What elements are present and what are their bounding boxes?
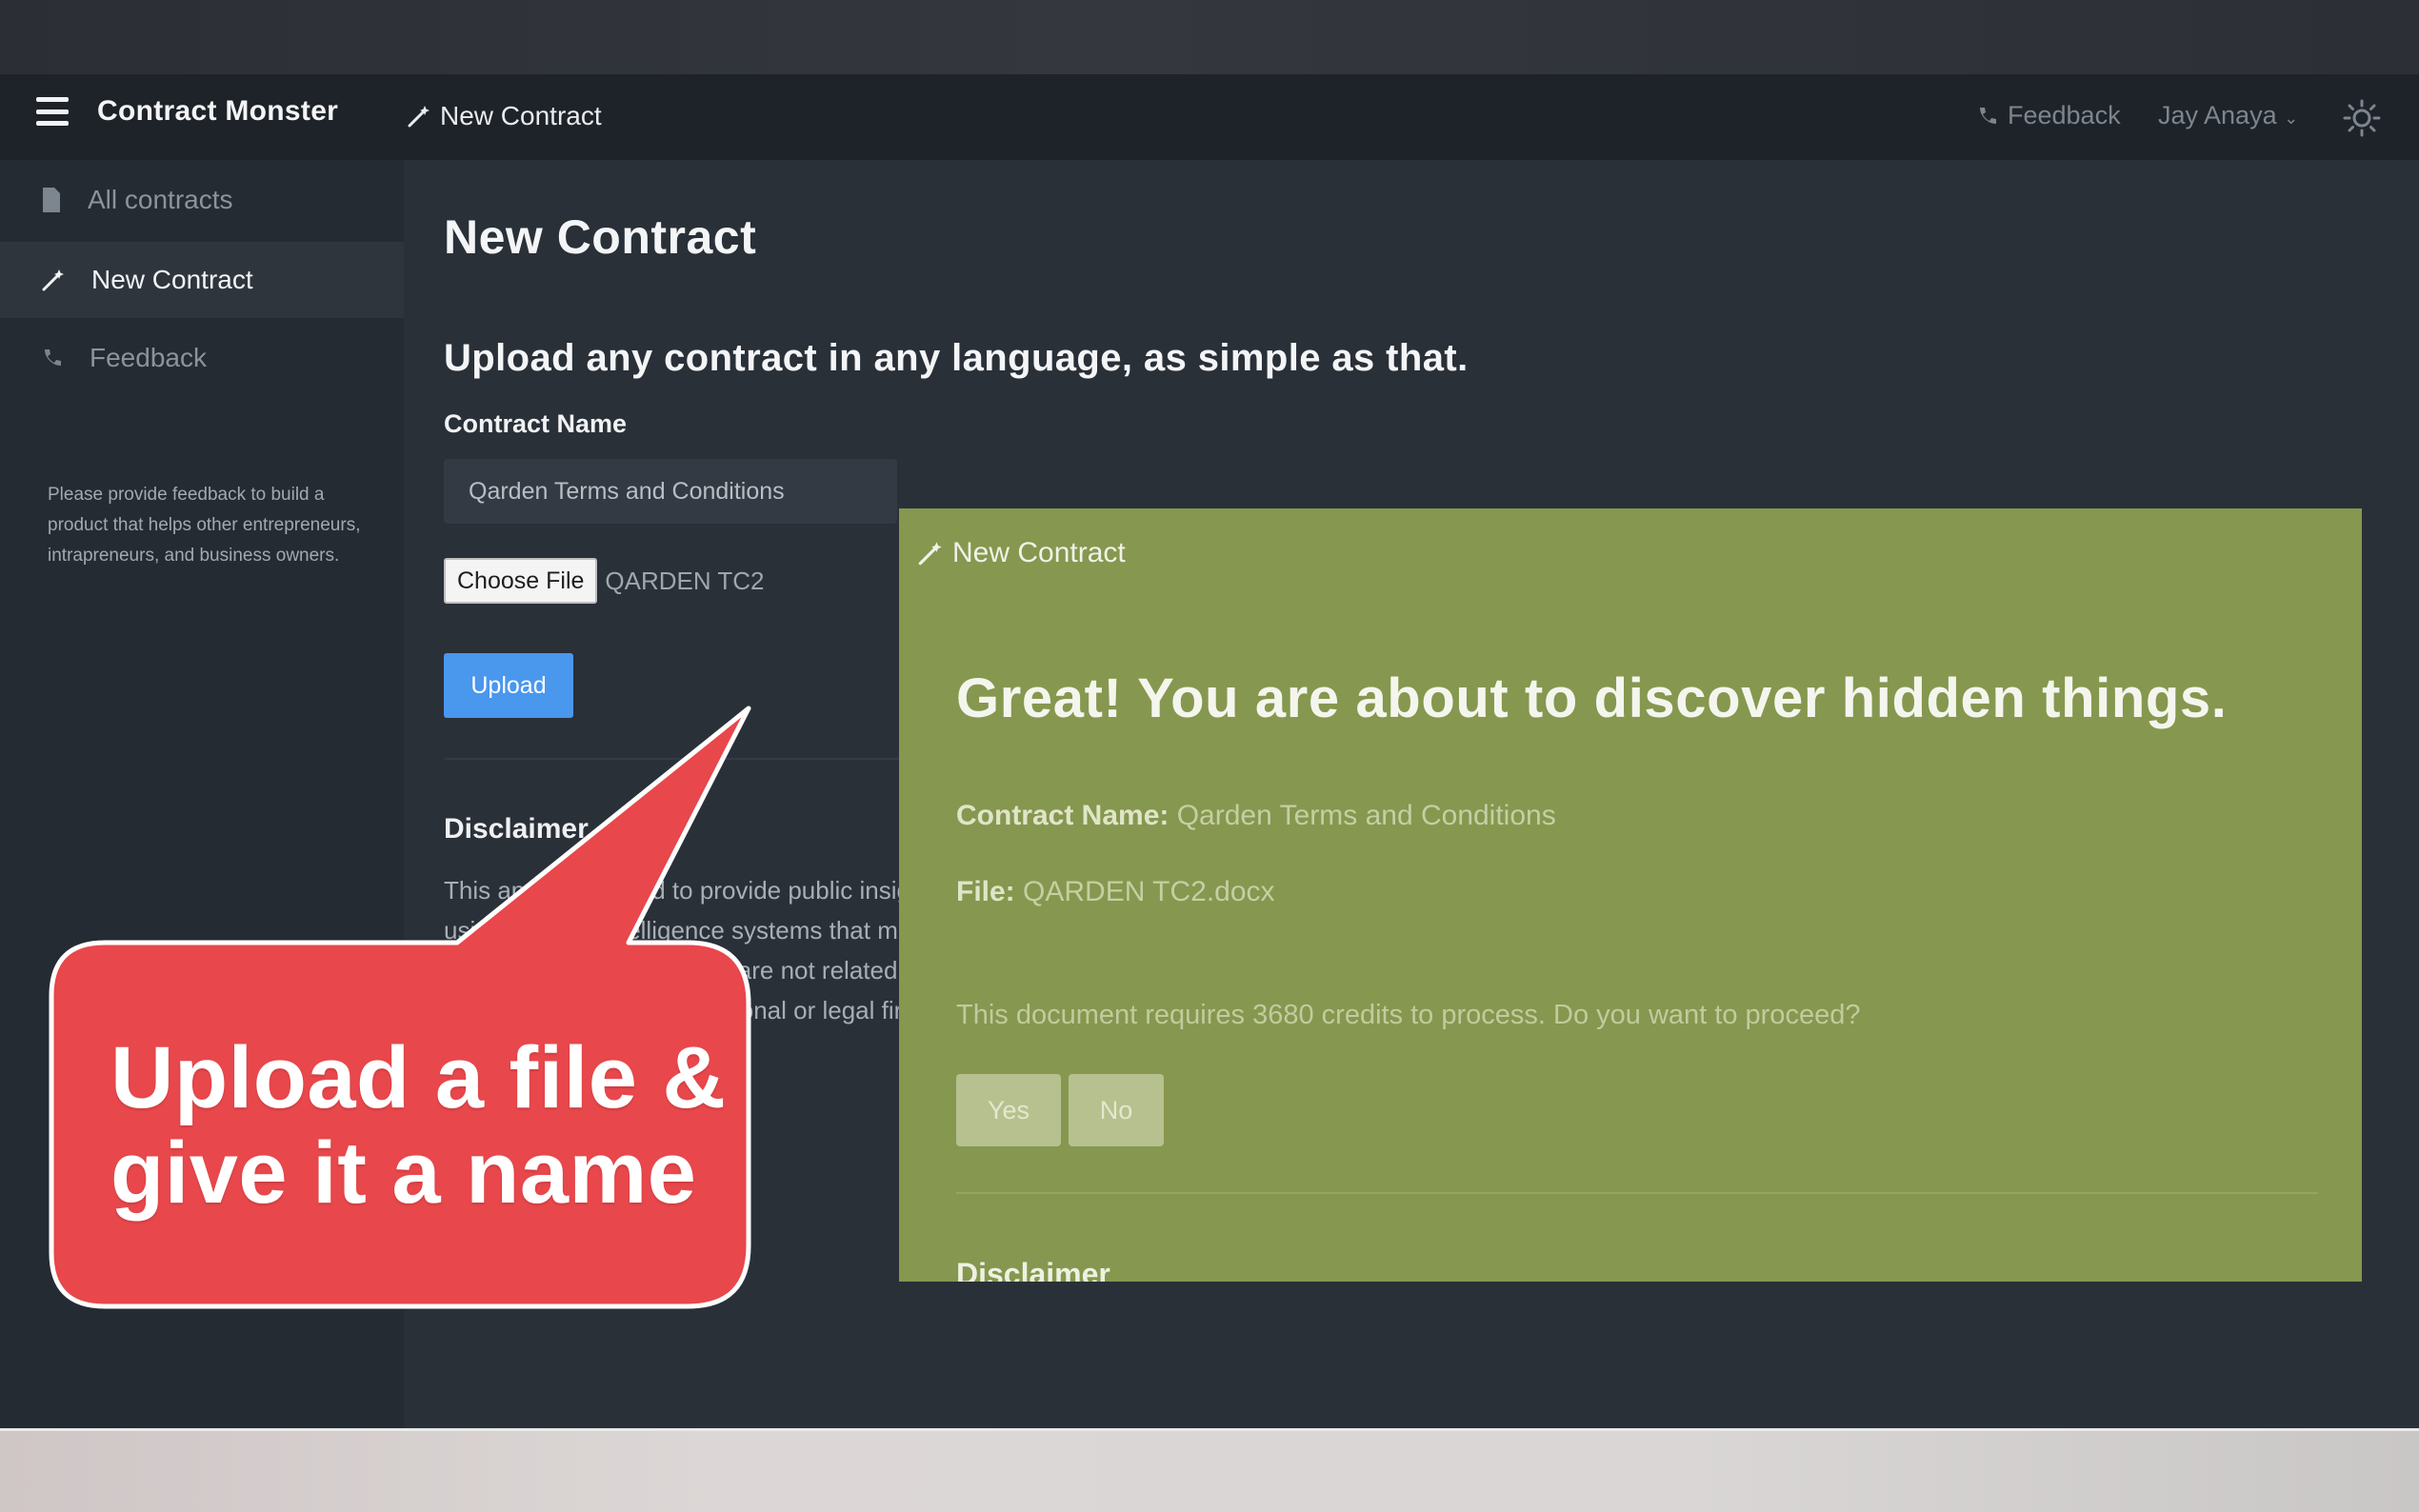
sidebar-item-feedback[interactable]: Feedback	[0, 320, 404, 396]
contract-name-label: Contract Name	[444, 409, 628, 438]
credits-question: This document requires 3680 credits to p…	[956, 1000, 1861, 1030]
modal-contract-name: Contract Name: Qarden Terms and Conditio…	[956, 800, 1556, 832]
modal-header: New Contract	[916, 537, 1126, 569]
disclaimer-title: Disclaimer	[444, 813, 589, 845]
sidebar: All contracts New Contract Feedback Plea…	[0, 160, 404, 1428]
user-name: Jay Anaya	[2158, 101, 2277, 129]
hamburger-menu-icon[interactable]	[36, 97, 69, 126]
yes-button[interactable]: Yes	[956, 1074, 1061, 1146]
breadcrumb-label: New Contract	[440, 101, 602, 130]
modal-header-label: New Contract	[952, 537, 1126, 568]
modal-title: Great! You are about to discover hidden …	[956, 667, 2228, 729]
theme-toggle-sun-icon[interactable]	[2343, 99, 2381, 137]
chevron-down-icon: ⌄	[2284, 109, 2299, 128]
document-icon	[43, 188, 60, 212]
modal-contract-name-label: Contract Name:	[956, 800, 1170, 831]
modal-disclaimer-title: Disclaimer	[956, 1257, 1110, 1282]
callout-line-2: give it a name	[110, 1124, 697, 1222]
contract-name-input[interactable]	[444, 459, 897, 524]
brand-name[interactable]: Contract Monster	[97, 95, 338, 128]
feedback-link[interactable]: Feedback	[1975, 101, 2121, 130]
choose-file-button[interactable]: Choose File	[444, 558, 598, 604]
sidebar-item-all-contracts[interactable]: All contracts	[0, 162, 404, 238]
modal-contract-name-value: Qarden Terms and Conditions	[1176, 800, 1556, 831]
modal-file-label: File:	[956, 876, 1015, 907]
modal-file-value: QARDEN TC2.docx	[1023, 876, 1275, 907]
page-subtitle: Upload any contract in any language, as …	[444, 337, 1469, 379]
sidebar-item-new-contract[interactable]: New Contract	[0, 242, 404, 318]
sidebar-feedback-note: Please provide feedback to build a produ…	[48, 485, 361, 566]
magic-wand-icon	[42, 269, 64, 291]
no-button[interactable]: No	[1069, 1074, 1164, 1146]
page-title: New Contract	[444, 210, 757, 264]
confirm-overlay-panel: New Contract Great! You are about to dis…	[899, 508, 2362, 1282]
phone-icon	[45, 349, 61, 366]
modal-file: File: QARDEN TC2.docx	[956, 876, 1275, 908]
user-menu[interactable]: Jay Anaya ⌄	[2158, 101, 2298, 130]
breadcrumb-current: New Contract	[406, 101, 602, 131]
sidebar-item-label: All contracts	[88, 185, 233, 214]
top-navbar: Contract Monster New Contract Feedback J…	[0, 74, 2419, 160]
callout-line-1: Upload a file &	[110, 1029, 727, 1126]
file-picker-row: Choose File QARDEN TC2	[444, 558, 765, 604]
phone-icon	[1980, 107, 1996, 124]
callout-text: Upload a file & give it a name	[110, 1030, 730, 1221]
bottom-letterbox	[0, 1431, 2419, 1512]
sidebar-item-label: New Contract	[91, 265, 253, 294]
sidebar-item-label: Feedback	[90, 343, 207, 372]
magic-wand-icon	[408, 106, 430, 128]
upload-button[interactable]: Upload	[444, 653, 573, 718]
feedback-link-label: Feedback	[2008, 101, 2121, 129]
top-letterbox	[0, 0, 2419, 74]
selected-file-name: QARDEN TC2	[605, 566, 765, 595]
screen: Contract Monster New Contract Feedback J…	[0, 0, 2419, 1512]
section-divider	[444, 758, 939, 760]
modal-divider	[956, 1192, 2318, 1194]
magic-wand-icon	[918, 542, 942, 566]
